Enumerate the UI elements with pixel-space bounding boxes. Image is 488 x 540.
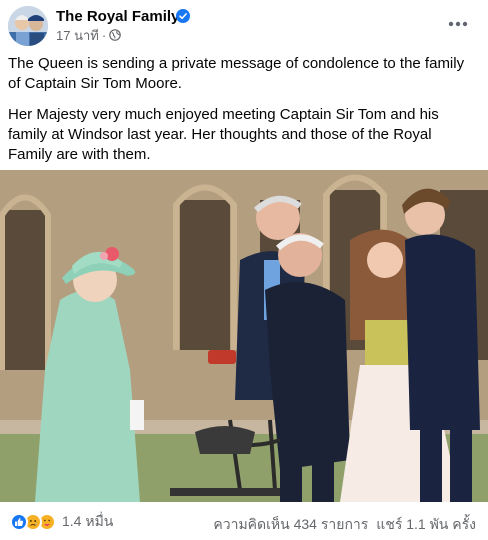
post-timestamp[interactable]: 17 นาที <box>56 25 99 46</box>
engagement-stats: ความคิดเห็น 434 รายการ แชร์ 1.1 พัน ครั้… <box>213 514 476 536</box>
page-avatar[interactable] <box>8 6 48 46</box>
reaction-count[interactable]: 1.4 หมื่น <box>62 511 113 533</box>
post-photo[interactable] <box>0 170 488 502</box>
post-footer: 1.4 หมื่น ความคิดเห็น 434 รายการ แชร์ 1.… <box>0 508 488 536</box>
comments-count-link[interactable]: ความคิดเห็น 434 รายการ <box>213 514 368 536</box>
avatar-photo <box>8 6 48 46</box>
photo-scene <box>0 170 488 502</box>
post-header: The Royal Family 17 นาที · <box>0 0 488 52</box>
post-message: The Queen is sending a private message o… <box>8 54 476 176</box>
globe-icon[interactable] <box>109 29 121 41</box>
shares-count-link[interactable]: แชร์ 1.1 พัน ครั้ง <box>376 514 476 536</box>
reaction-summary[interactable]: 1.4 หมื่น <box>10 511 113 533</box>
more-options-icon <box>448 21 468 27</box>
post-meta: 17 นาที · <box>56 27 121 43</box>
post-paragraph: Her Majesty very much enjoyed meeting Ca… <box>8 106 439 163</box>
page-name-link[interactable]: The Royal Family <box>56 8 179 26</box>
like-reaction-icon <box>10 513 28 531</box>
more-options-button[interactable] <box>442 10 474 38</box>
post-paragraph: The Queen is sending a private message o… <box>8 55 465 92</box>
verified-badge-icon <box>176 9 190 23</box>
meta-separator: · <box>101 27 107 43</box>
